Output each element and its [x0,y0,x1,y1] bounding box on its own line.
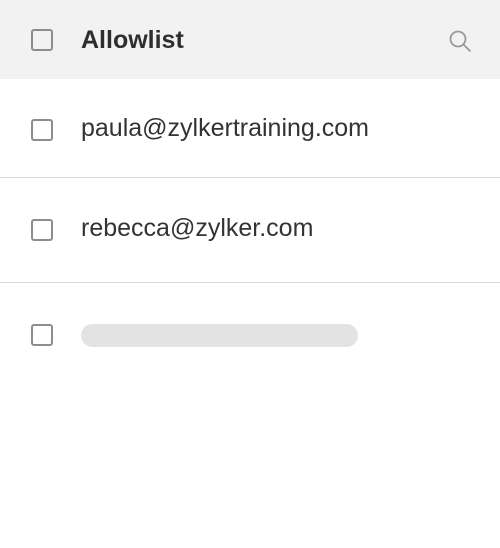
row-checkbox[interactable] [31,119,53,141]
allowlist-panel: Allowlist paula@zylkertraining.com rebec… [0,0,500,548]
allowlist-header: Allowlist [0,0,500,79]
search-icon[interactable] [447,28,473,54]
row-checkbox[interactable] [31,219,53,241]
list-item[interactable]: rebecca@zylker.com [0,178,500,283]
email-address: paula@zylkertraining.com [81,114,370,142]
page-title: Allowlist [81,26,184,54]
select-all-checkbox[interactable] [31,29,53,51]
list-item[interactable]: paula@zylkertraining.com [0,79,500,178]
row-checkbox[interactable] [31,324,53,346]
loading-placeholder [81,324,358,347]
email-address: rebecca@zylker.com [81,214,314,242]
list-item[interactable] [0,283,500,383]
